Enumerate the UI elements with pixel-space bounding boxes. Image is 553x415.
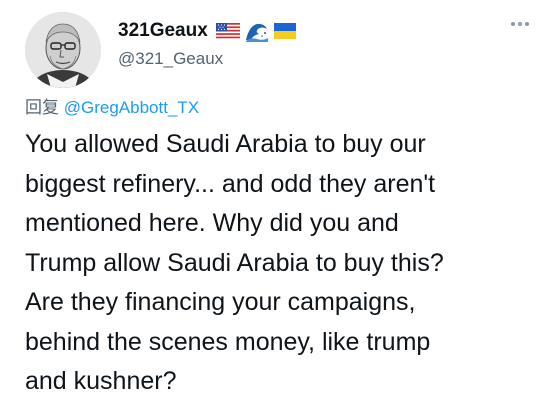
reply-prefix: 回复 <box>25 98 64 117</box>
tweet-text-line: and kushner? <box>25 367 177 395</box>
name-badges <box>215 20 301 42</box>
more-dot <box>525 22 529 26</box>
tweet-card: 321Geaux @321_Geaux 回复 @GregAbbott_TX Yo… <box>0 0 553 415</box>
user-handle[interactable]: @321_Geaux <box>118 49 223 69</box>
water-wave-icon <box>244 20 269 42</box>
more-dot <box>511 22 515 26</box>
display-name[interactable]: 321Geaux <box>118 20 208 42</box>
avatar[interactable] <box>25 12 101 88</box>
us-flag-icon <box>215 22 240 40</box>
more-options-icon[interactable] <box>509 20 531 28</box>
tweet-text-line: Trump allow Saudi Arabia to buy this? <box>25 248 444 277</box>
author-name-row: 321Geaux <box>118 18 301 44</box>
reply-context: 回复 @GregAbbott_TX <box>25 93 199 118</box>
reply-mention-link[interactable]: @GregAbbott_TX <box>64 98 199 117</box>
ukraine-flag-icon <box>273 23 296 39</box>
tweet-text-line: mentioned here. Why did you and <box>25 209 399 237</box>
tweet-text-line: You allowed Saudi Arabia to buy our <box>25 130 426 158</box>
tweet-text: You allowed Saudi Arabia to buy our bigg… <box>25 125 545 402</box>
tweet-text-line: biggest refinery... and odd they aren't <box>25 169 436 198</box>
tweet-text-line: behind the scenes money, like trump <box>25 327 431 356</box>
more-dot <box>518 22 522 26</box>
tweet-text-line: Are they financing your campaigns, <box>25 288 416 316</box>
